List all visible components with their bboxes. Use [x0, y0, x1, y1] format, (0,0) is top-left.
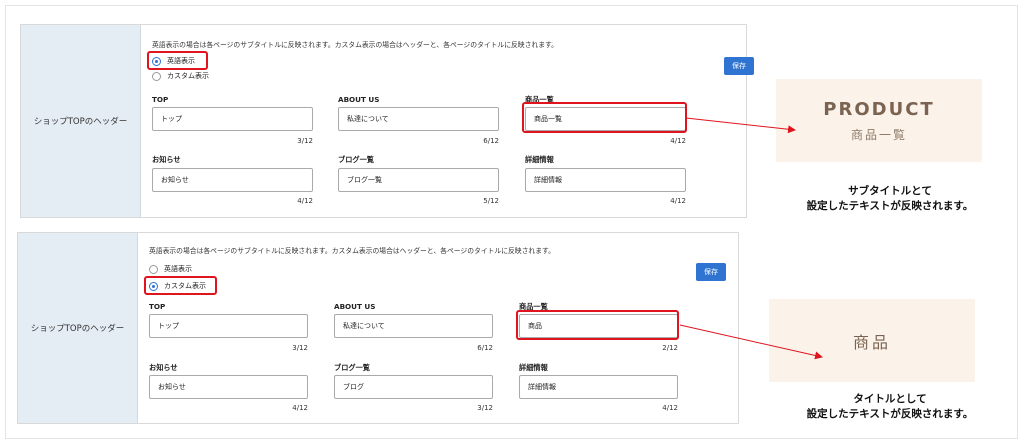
field-input-news[interactable]: お知らせ: [149, 375, 308, 399]
highlight-custom-option: [144, 276, 217, 295]
radio-custom[interactable]: カスタム表示: [152, 71, 209, 81]
field-label-blog: ブログ一覧: [338, 155, 374, 164]
field-count-blog: 5/12: [483, 197, 499, 205]
preview-card-subtitle: PRODUCT 商品一覧: [776, 79, 982, 162]
radio-english[interactable]: 英語表示: [149, 264, 192, 274]
preview-title: PRODUCT: [823, 98, 935, 120]
caption-line-1: タイトルとして: [853, 393, 927, 405]
field-input-details[interactable]: 詳細情報: [519, 375, 678, 399]
field-input-blog[interactable]: ブログ: [334, 375, 493, 399]
caption-line-1: サブタイトルとて: [848, 185, 932, 197]
radio-english-indicator[interactable]: [149, 264, 158, 274]
field-label-news: お知らせ: [152, 155, 181, 164]
field-label-top: TOP: [149, 302, 166, 311]
caption-subtitle: サブタイトルとて 設定したテキストが反映されます。: [780, 184, 1000, 214]
highlight-products-field: [522, 102, 687, 133]
header-settings-panel-custom: ショップTOPのヘッダー 英語表示の場合は各ページのサブタイトルに反映されます。…: [17, 232, 739, 424]
highlight-products-field: [516, 310, 679, 340]
field-label-about: ABOUT US: [338, 95, 380, 104]
field-input-top[interactable]: トップ: [149, 314, 308, 338]
field-count-news: 4/12: [292, 404, 308, 412]
field-count-about: 6/12: [477, 344, 493, 352]
panel-content: 英語表示の場合は各ページのサブタイトルに反映されます。カスタム表示の場合はヘッダ…: [141, 25, 754, 217]
preview-subtitle: 商品一覧: [850, 127, 907, 142]
field-count-blog: 3/12: [477, 404, 493, 412]
field-count-details: 4/12: [670, 197, 686, 205]
display-mode-description: 英語表示の場合は各ページのサブタイトルに反映されます。カスタム表示の場合はヘッダ…: [149, 247, 555, 255]
field-count-news: 4/12: [297, 197, 313, 205]
side-label-text: ショップTOPのヘッダー: [30, 324, 125, 334]
field-count-top: 3/12: [292, 344, 308, 352]
field-input-blog[interactable]: ブログ一覧: [338, 168, 499, 192]
panel-side-label: ショップTOPのヘッダー: [21, 25, 141, 217]
field-label-details: 詳細情報: [519, 363, 548, 372]
field-count-about: 6/12: [483, 137, 499, 145]
field-label-about: ABOUT US: [334, 302, 376, 311]
radio-english-label: 英語表示: [164, 265, 192, 273]
highlight-english-option: [147, 51, 208, 70]
save-button[interactable]: 保存: [696, 263, 726, 281]
caption-line-2: 設定したテキストが反映されます。: [806, 200, 974, 212]
save-button[interactable]: 保存: [724, 57, 754, 75]
field-label-details: 詳細情報: [525, 155, 554, 164]
radio-custom-label: カスタム表示: [167, 72, 209, 80]
field-count-details: 4/12: [662, 404, 678, 412]
panel-side-label: ショップTOPのヘッダー: [18, 233, 138, 423]
display-mode-description: 英語表示の場合は各ページのサブタイトルに反映されます。カスタム表示の場合はヘッダ…: [152, 41, 558, 49]
field-label-news: お知らせ: [149, 363, 178, 372]
preview-card-title: 商品: [769, 299, 975, 382]
field-count-products: 4/12: [670, 137, 686, 145]
field-input-about[interactable]: 私達について: [338, 107, 499, 131]
preview-title: 商品: [852, 332, 891, 352]
panel-content: 英語表示の場合は各ページのサブタイトルに反映されます。カスタム表示の場合はヘッダ…: [138, 233, 738, 423]
side-label-text: ショップTOPのヘッダー: [33, 117, 128, 127]
header-settings-panel-english: ショップTOPのヘッダー 英語表示の場合は各ページのサブタイトルに反映されます。…: [20, 24, 754, 218]
field-label-blog: ブログ一覧: [334, 363, 370, 372]
field-count-top: 3/12: [297, 137, 313, 145]
field-count-products: 2/12: [662, 344, 678, 352]
caption-title: タイトルとして 設定したテキストが反映されます。: [780, 392, 1000, 422]
field-label-top: TOP: [152, 95, 169, 104]
field-input-details[interactable]: 詳細情報: [525, 168, 686, 192]
field-input-top[interactable]: トップ: [152, 107, 313, 131]
radio-custom-indicator[interactable]: [152, 71, 161, 81]
field-input-about[interactable]: 私達について: [334, 314, 493, 338]
caption-line-2: 設定したテキストが反映されます。: [806, 408, 974, 420]
field-input-news[interactable]: お知らせ: [152, 168, 313, 192]
